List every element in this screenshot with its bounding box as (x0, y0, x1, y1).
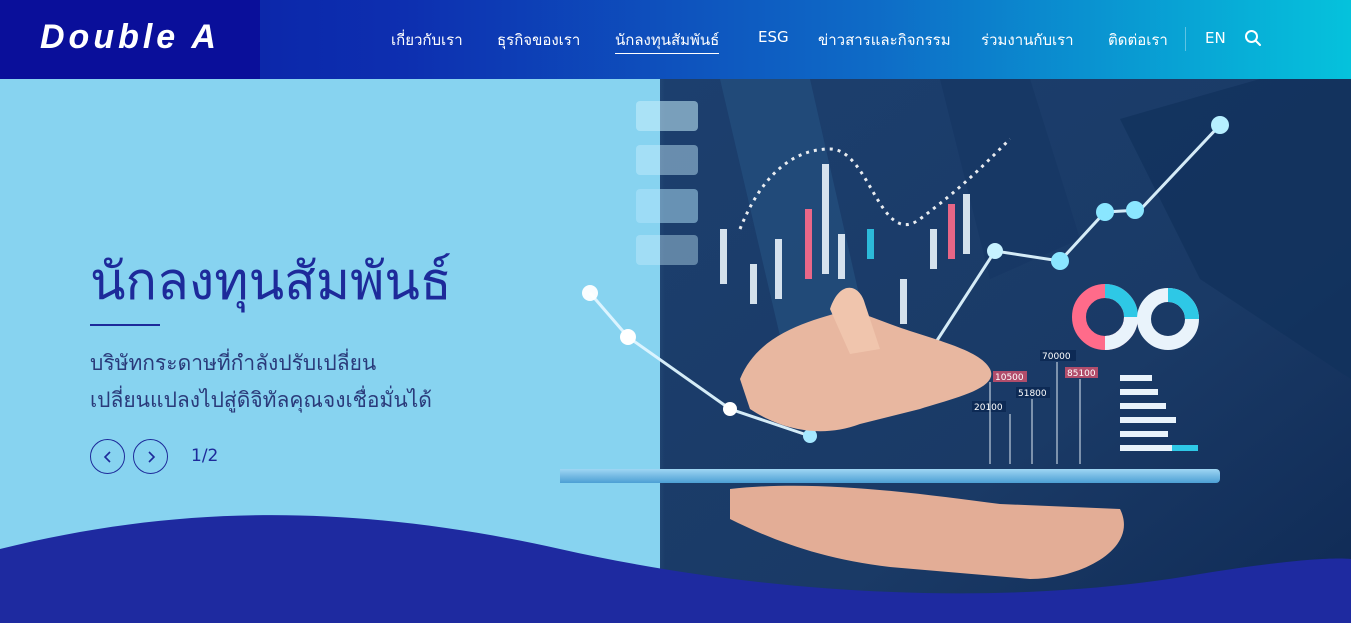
site-header: Double A เกี่ยวกับเรา ธุรกิจของเรา นักลง… (0, 0, 1351, 79)
logo-text: Double A (40, 18, 220, 56)
slide-counter: 1/2 (191, 446, 219, 466)
hero-subtitle-line2: เปลี่ยนแปลงไปสู่ดิจิทัลคุณจงเชื่อมั่นได้ (90, 388, 432, 412)
logo[interactable]: Double A (0, 0, 260, 79)
nav-item-contact[interactable]: ติดต่อเรา (1108, 28, 1168, 52)
language-switch[interactable]: EN (1205, 29, 1226, 47)
hero-banner: 70000 10500 85100 51800 20100 นักลงทุนสั… (0, 79, 1351, 623)
nav-item-esg[interactable]: ESG (758, 28, 789, 52)
chevron-left-icon (103, 451, 111, 463)
search-icon[interactable] (1244, 29, 1262, 47)
hero-title: นักลงทุนสัมพันธ์ (90, 252, 452, 312)
hero-image: 70000 10500 85100 51800 20100 (560, 79, 1351, 623)
nav-item-investor-relations[interactable]: นักลงทุนสัมพันธ์ (615, 28, 720, 54)
prev-slide-button[interactable] (90, 439, 125, 474)
nav-item-business[interactable]: ธุรกิจของเรา (497, 28, 580, 52)
chart-label-51800: 51800 (1018, 389, 1047, 399)
nav-divider (1185, 27, 1186, 51)
nav-item-careers[interactable]: ร่วมงานกับเรา (981, 28, 1074, 52)
chart-label-85100: 85100 (1067, 369, 1096, 379)
chart-label-70000: 70000 (1042, 352, 1071, 362)
chart-label-20100: 20100 (974, 403, 1003, 413)
next-slide-button[interactable] (133, 439, 168, 474)
nav-item-about[interactable]: เกี่ยวกับเรา (391, 28, 463, 52)
hero-divider (90, 324, 160, 326)
chart-label-10500: 10500 (995, 373, 1024, 383)
hero-subtitle-line1: บริษัทกระดาษที่กำลังปรับเปลี่ยน (90, 351, 377, 375)
chevron-right-icon (148, 451, 156, 463)
nav-item-news[interactable]: ข่าวสารและกิจกรรม (818, 28, 951, 52)
